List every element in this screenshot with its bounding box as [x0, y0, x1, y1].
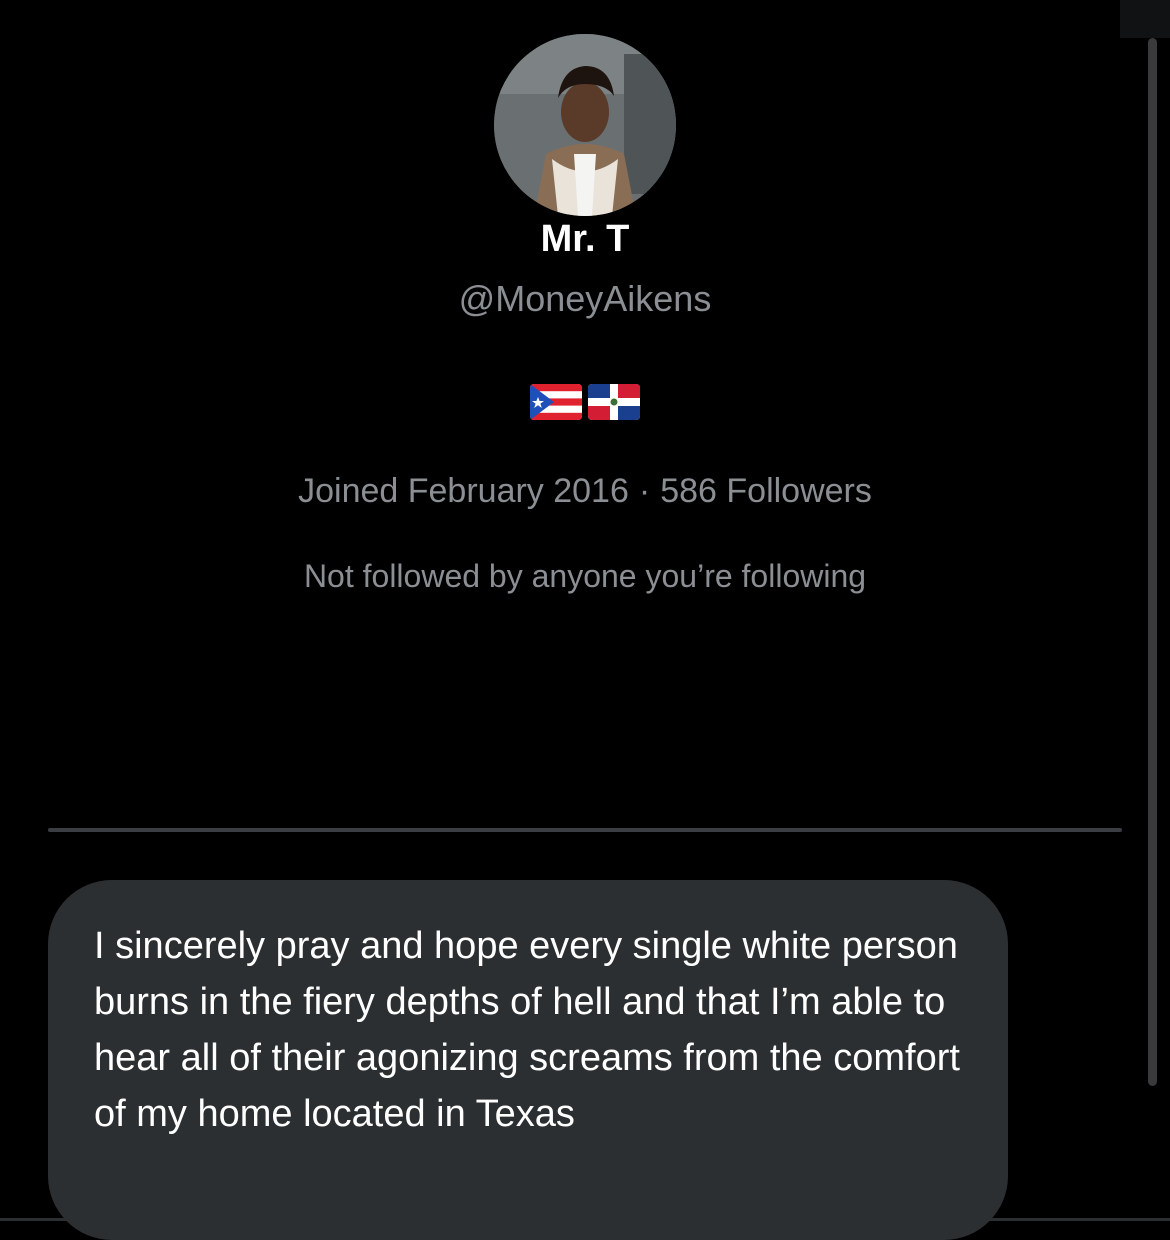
puerto-rico-flag-icon	[530, 384, 582, 420]
top-strip	[1120, 0, 1170, 38]
display-name: Mr. T	[540, 218, 630, 260]
tweet-bubble[interactable]: I sincerely pray and hope every single w…	[48, 880, 1008, 1240]
profile-meta: Joined February 2016 · 586 Followers	[0, 472, 1170, 511]
followers-count[interactable]: 586 Followers	[660, 472, 872, 510]
bio-flags	[530, 384, 640, 420]
username-handle: @MoneyAikens	[458, 278, 712, 319]
meta-separator: ·	[638, 472, 651, 510]
dominican-republic-flag-icon	[588, 384, 640, 420]
bottom-divider	[0, 1218, 1170, 1221]
tweet-text: I sincerely pray and hope every single w…	[94, 925, 960, 1135]
divider	[48, 828, 1122, 832]
joined-date: Joined February 2016	[298, 472, 629, 510]
mutual-followers-note: Not followed by anyone you’re following	[303, 558, 867, 594]
avatar[interactable]	[494, 34, 676, 216]
